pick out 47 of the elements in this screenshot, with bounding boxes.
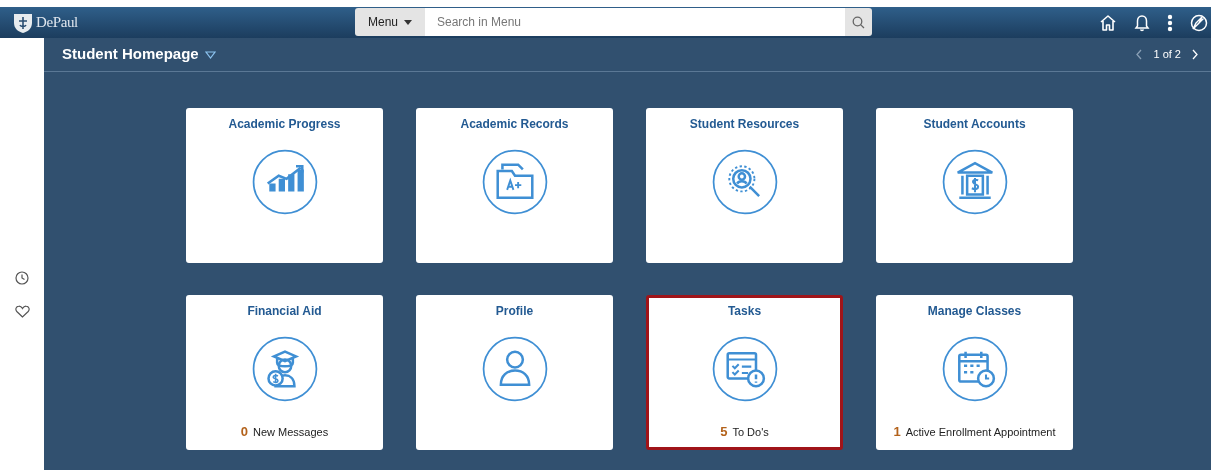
search-icon bbox=[852, 15, 865, 29]
tile[interactable]: Manage Classes 1 Active Enrollment Appointment bbox=[876, 295, 1073, 450]
shield-logo-icon bbox=[13, 11, 33, 34]
next-page-icon[interactable] bbox=[1191, 49, 1199, 60]
home-icon[interactable] bbox=[1099, 14, 1117, 31]
dropdown-triangle-icon bbox=[204, 50, 216, 59]
clock-icon[interactable] bbox=[15, 271, 29, 285]
page-title-dropdown[interactable]: Student Homepage bbox=[62, 43, 216, 66]
task-list-icon bbox=[711, 336, 778, 402]
previous-page-icon[interactable] bbox=[1135, 49, 1144, 60]
tile-note: To Do's bbox=[732, 424, 769, 440]
caret-icon bbox=[404, 19, 412, 25]
folder-icon bbox=[481, 149, 548, 215]
search-button[interactable] bbox=[845, 8, 872, 36]
tile-title: Academic Progress bbox=[228, 116, 341, 133]
tile-note: New Messages bbox=[253, 424, 329, 440]
heart-icon[interactable] bbox=[14, 305, 30, 318]
count: 5 bbox=[720, 422, 728, 441]
menu-dropdown[interactable]: Menu bbox=[355, 8, 425, 36]
tile[interactable]: Student Resources bbox=[646, 108, 843, 263]
tile-title: Tasks bbox=[727, 303, 762, 320]
person-icon bbox=[481, 336, 548, 402]
tile-title: Financial Aid bbox=[247, 303, 322, 320]
tile[interactable]: Student Accounts bbox=[876, 108, 1073, 263]
more-options-icon[interactable] bbox=[1167, 13, 1173, 32]
logo-text: DePaul bbox=[36, 13, 78, 33]
count: 0 bbox=[240, 422, 248, 441]
page-indicator: 1 of 2 bbox=[1153, 47, 1181, 63]
chart-icon bbox=[251, 149, 318, 215]
tile[interactable]: Financial Aid 0 New Messages bbox=[186, 295, 383, 450]
tile-title: Student Resources bbox=[689, 116, 800, 133]
tile-title: Academic Records bbox=[460, 116, 569, 133]
tile[interactable]: Tasks 5 To Do's bbox=[646, 295, 843, 450]
tile-title: Profile bbox=[495, 303, 534, 320]
tile[interactable]: Profile bbox=[416, 295, 613, 450]
count: 1 bbox=[893, 422, 901, 441]
bank-icon bbox=[941, 149, 1008, 215]
calendar-clock-icon bbox=[941, 336, 1008, 402]
search-field[interactable]: Search in Menu bbox=[425, 8, 845, 36]
magnifier-person-icon bbox=[711, 149, 778, 215]
tile-title: Student Accounts bbox=[923, 116, 1026, 133]
tile-title: Manage Classes bbox=[927, 303, 1022, 320]
tile[interactable]: Academic Progress bbox=[186, 108, 383, 263]
graduate-money-icon bbox=[251, 336, 318, 402]
bell-icon[interactable] bbox=[1134, 13, 1150, 32]
tile-note: Active Enrollment Appointment bbox=[905, 424, 1056, 440]
tile[interactable]: Academic Records bbox=[416, 108, 613, 263]
